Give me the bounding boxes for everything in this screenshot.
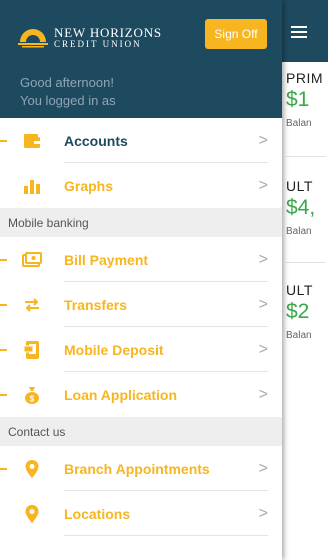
main-panel: PRIM $1 Balan ULT $4, Balan ULT $2 Balan — [282, 0, 328, 560]
chevron-right-icon: > — [258, 177, 268, 194]
main-topbar — [282, 0, 328, 62]
bill-icon — [20, 248, 44, 272]
item-marker — [0, 304, 7, 306]
wallet-icon — [20, 129, 44, 153]
item-marker — [0, 468, 7, 470]
account-amount: $4, — [286, 196, 316, 219]
bar-chart-icon — [20, 174, 44, 198]
menu-item-loan-application[interactable]: $ Loan Application > — [0, 372, 282, 417]
menu-item-bill-payment[interactable]: Bill Payment > — [0, 237, 282, 282]
account-card[interactable]: ULT $2 Balan — [286, 282, 328, 341]
chevron-right-icon: > — [258, 460, 268, 477]
svg-text:$: $ — [30, 394, 35, 403]
credit-union-logo: NEW HORIZONS CREDIT UNION — [18, 26, 162, 49]
menu-item-graphs[interactable]: Graphs > — [0, 163, 282, 208]
account-card[interactable]: PRIM $1 Balan — [286, 70, 328, 129]
divider — [64, 535, 268, 536]
divider — [286, 156, 326, 157]
account-balance-label: Balan — [286, 330, 312, 341]
account-name: ULT — [286, 178, 313, 194]
menu-item-branch-appointments[interactable]: Branch Appointments > — [0, 446, 282, 491]
menu-item-label: Mobile Deposit — [64, 341, 164, 358]
account-name: ULT — [286, 282, 313, 298]
account-amount: $1 — [286, 88, 310, 111]
account-balance-label: Balan — [286, 118, 312, 129]
account-balance-label: Balan — [286, 226, 312, 237]
item-marker — [0, 394, 7, 396]
item-marker — [0, 259, 7, 261]
item-marker — [0, 140, 7, 142]
transfer-arrows-icon — [20, 293, 44, 317]
sign-off-button[interactable]: Sign Off — [205, 19, 267, 49]
account-name: PRIM — [286, 70, 323, 86]
logo-subname: CREDIT UNION — [54, 39, 142, 49]
logo-name: NEW HORIZONS — [54, 25, 162, 40]
menu-item-label: Branch Appointments — [64, 460, 210, 477]
chevron-right-icon: > — [258, 296, 268, 313]
chevron-right-icon: > — [258, 132, 268, 149]
drawer-header: NEW HORIZONS CREDIT UNION Sign Off Good … — [0, 0, 282, 118]
greeting-text: Good afternoon! You logged in as — [20, 74, 116, 110]
account-amount: $2 — [286, 300, 310, 323]
divider — [286, 262, 326, 263]
item-marker — [0, 349, 7, 351]
menu-item-label: Locations — [64, 505, 131, 522]
menu-item-label: Bill Payment — [64, 251, 149, 268]
account-card[interactable]: ULT $4, Balan — [286, 178, 328, 237]
menu-item-locations[interactable]: Locations > — [0, 491, 282, 536]
navigation-drawer: NEW HORIZONS CREDIT UNION Sign Off Good … — [0, 0, 282, 560]
map-pin-icon — [20, 502, 44, 526]
menu-item-accounts[interactable]: Accounts > — [0, 118, 282, 163]
menu-item-label: Transfers — [64, 296, 128, 313]
menu-item-mobile-deposit[interactable]: Mobile Deposit > — [0, 327, 282, 372]
section-header-contact: Contact us — [0, 417, 282, 446]
chevron-right-icon: > — [258, 341, 268, 358]
chevron-right-icon: > — [258, 386, 268, 403]
menu-item-label: Loan Application — [64, 386, 178, 403]
login-status-line: You logged in as — [20, 93, 116, 108]
menu-item-label: Accounts — [64, 132, 128, 149]
sunrise-logo-icon — [18, 28, 48, 47]
greeting-line: Good afternoon! — [20, 75, 114, 90]
map-pin-icon — [20, 457, 44, 481]
menu-item-transfers[interactable]: Transfers > — [0, 282, 282, 327]
money-bag-icon: $ — [20, 383, 44, 407]
hamburger-menu-icon[interactable] — [291, 26, 307, 38]
check-deposit-icon — [20, 338, 44, 362]
menu-item-label: Graphs — [64, 177, 114, 194]
section-header-mobile-banking: Mobile banking — [0, 208, 282, 237]
chevron-right-icon: > — [258, 251, 268, 268]
chevron-right-icon: > — [258, 505, 268, 522]
